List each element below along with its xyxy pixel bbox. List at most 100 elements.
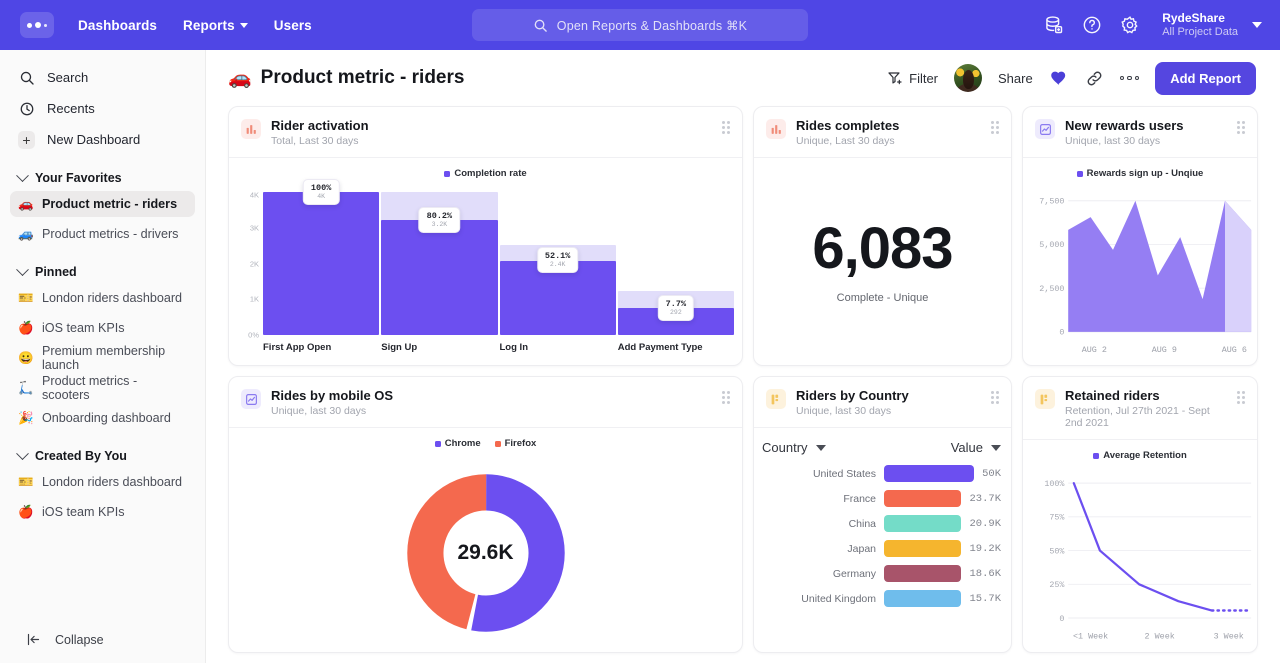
avatar[interactable] [954,64,982,92]
sidebar-item-london-riders-dashboard[interactable]: 🎫 London riders dashboard [10,285,195,311]
workspace-name: RydeShare [1162,11,1238,25]
apple-emoji-icon: 🍎 [18,321,34,336]
nav-item-label: Reports [183,18,235,33]
more-horizontal-icon [1127,76,1132,81]
value-bar [884,565,961,582]
sidebar: Search Recents + New Dashboard Your Favo… [0,50,206,663]
donut-chart[interactable]: 29.6K [229,458,742,648]
workspace-scope: All Project Data [1162,25,1238,39]
smile-emoji-icon: 😀 [18,351,34,366]
card-drag-handle[interactable] [1237,391,1245,404]
search-icon [18,69,35,86]
bar-subvalue-label: 2.4K [545,261,571,269]
more-options-button[interactable] [1120,76,1140,81]
column-value-sort[interactable]: Value [951,440,1001,455]
global-search-button[interactable]: Open Reports & Dashboards ⌘K [472,9,808,41]
svg-text:7,500: 7,500 [1039,198,1064,207]
sidebar-item-label: London riders dashboard [42,475,182,489]
card-body: Chrome Firefox 29.6 [229,428,742,652]
card-header: Rides completes Unique, Last 30 days [754,107,1011,158]
list-item[interactable]: Japan 19.2K [762,540,1001,557]
chevron-down-icon [816,445,826,451]
sidebar-item-search[interactable]: Search [10,62,195,93]
list-item[interactable]: Germany 18.6K [762,565,1001,582]
nav-item-users[interactable]: Users [274,18,312,33]
global-search-placeholder: Open Reports & Dashboards ⌘K [557,18,747,33]
nav-item-dashboards[interactable]: Dashboards [78,18,157,33]
help-icon[interactable] [1082,15,1102,35]
sidebar-item-label: Product metrics - scooters [42,374,187,402]
list-item[interactable]: France 23.7K [762,490,1001,507]
list-item[interactable]: United States 50K [762,465,1001,482]
add-report-button[interactable]: Add Report [1155,62,1256,95]
bar-group[interactable]: 52.1% 2.4K [500,192,616,335]
page-header: 🚗 Product metric - riders Filter Share [206,50,1280,106]
card-drag-handle[interactable] [722,391,730,404]
sidebar-item-ios-team-kpis[interactable]: 🍎 iOS team KPIs [10,315,195,341]
svg-text:0: 0 [1059,329,1064,338]
value-label: 15.7K [969,593,1001,605]
value-label: 20.9K [969,518,1001,530]
database-icon[interactable] [1044,15,1064,35]
sidebar-group-pinned[interactable]: Pinned [10,265,195,279]
sidebar-group-label: Pinned [35,265,77,279]
sidebar-item-label: New Dashboard [47,132,140,147]
nav-item-reports[interactable]: Reports [183,18,248,33]
card-drag-handle[interactable] [722,121,730,134]
sidebar-item-new-dashboard[interactable]: + New Dashboard [10,124,195,155]
filter-icon [887,70,903,86]
country-label: China [762,518,876,530]
value-bar [884,540,961,557]
copy-link-button[interactable] [1085,69,1104,88]
list-item[interactable]: China 20.9K [762,515,1001,532]
sidebar-item-created-ios-team-kpis[interactable]: 🍎 iOS team KPIs [10,499,195,525]
favorite-button[interactable] [1049,69,1069,88]
area-chart[interactable]: 7,500 5,000 2,500 0 AUG 2 AUG 9 AUG 6 [1029,188,1253,361]
sidebar-item-product-metrics-drivers[interactable]: 🚙 Product metrics - drivers [10,221,195,247]
sidebar-item-premium-membership-launch[interactable]: 😀 Premium membership launch [10,345,195,371]
filter-button[interactable]: Filter [887,70,938,86]
sidebar-group-created-by-you[interactable]: Created By You [10,449,195,463]
workspace-switcher[interactable]: RydeShare All Project Data [1162,11,1262,39]
line-chart[interactable]: 100% 75% 50% 25% 0 <1 Week 2 Week 3 Week [1029,470,1253,648]
collapse-icon [26,632,41,647]
card-title: Rides by mobile OS [271,388,393,403]
card-title: Riders by Country [796,388,909,403]
svg-text:75%: 75% [1049,513,1065,523]
svg-text:100%: 100% [1044,479,1065,489]
legend-swatch [1077,171,1083,177]
sidebar-collapse-button[interactable]: Collapse [0,632,205,647]
car-emoji-icon: 🚗 [18,197,34,212]
share-button[interactable]: Share [998,71,1033,86]
filter-label: Filter [909,71,938,86]
bar-group[interactable]: 7.7% 292 [618,192,734,335]
sidebar-group-your-favorites[interactable]: Your Favorites [10,171,195,185]
sidebar-item-product-metric-riders[interactable]: 🚗 Product metric - riders [10,191,195,217]
gear-icon[interactable] [1120,15,1140,35]
card-drag-handle[interactable] [1237,121,1245,134]
card-drag-handle[interactable] [991,121,999,134]
app-logo[interactable] [20,12,54,38]
svg-text:5,000: 5,000 [1039,241,1064,250]
card-header: Retained riders Retention, Jul 27th 2021… [1023,377,1257,440]
sidebar-item-label: Onboarding dashboard [42,411,171,425]
card-new-rewards-users: New rewards users Unique, last 30 days R… [1022,106,1258,366]
line-chart-icon [241,389,261,409]
sidebar-item-onboarding-dashboard[interactable]: 🎉 Onboarding dashboard [10,405,195,431]
sidebar-item-product-metrics-scooters[interactable]: 🛴 Product metrics - scooters [10,375,195,401]
sidebar-item-created-london-riders-dashboard[interactable]: 🎫 London riders dashboard [10,469,195,495]
y-tick-label: 2K [250,259,259,268]
bar-group[interactable]: 80.2% 3.2K [381,192,497,335]
card-subtitle: Unique, last 30 days [796,405,909,417]
bar-group[interactable]: 100% 4K [263,192,379,335]
list-item[interactable]: United Kingdom 15.7K [762,590,1001,607]
value-bar [884,515,961,532]
bar-subvalue-label: 4K [311,193,331,201]
bar-value-tooltip: 80.2% 3.2K [419,207,461,233]
bar-subvalue-label: 292 [666,309,686,317]
sidebar-item-recents[interactable]: Recents [10,93,195,124]
legend-label: Completion rate [454,168,526,179]
legend-item: Firefox [495,438,537,449]
card-drag-handle[interactable] [991,391,999,404]
column-country-sort[interactable]: Country [762,440,833,455]
